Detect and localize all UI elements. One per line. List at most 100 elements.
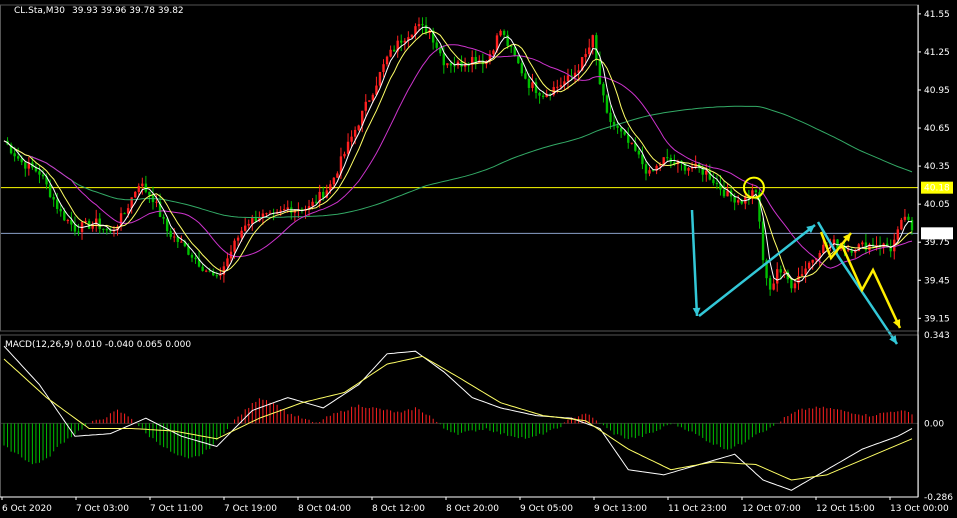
price-tick-label: 40.35 — [924, 162, 950, 172]
candle-body — [524, 73, 527, 79]
candle-body — [779, 269, 782, 273]
candle-body — [435, 42, 438, 48]
candle-body — [56, 199, 59, 209]
candle — [364, 94, 367, 117]
candle — [123, 212, 126, 215]
candle-body — [24, 162, 27, 169]
candle-body — [180, 241, 183, 243]
candle-body — [215, 275, 219, 277]
candle — [95, 209, 98, 232]
candle — [283, 204, 286, 211]
candle-body — [733, 196, 736, 203]
candle — [382, 59, 385, 78]
time-tick-label: 6 Oct 2020 — [2, 504, 52, 514]
candle-body — [194, 257, 197, 260]
candle-body — [41, 174, 45, 177]
candle-body — [541, 95, 545, 97]
candle-body — [286, 207, 289, 210]
candle-body — [651, 170, 655, 172]
macd-pane[interactable] — [0, 345, 918, 491]
candle-body — [793, 283, 797, 289]
candle-body — [38, 171, 41, 175]
candle-body — [155, 201, 158, 203]
candle — [800, 265, 804, 277]
candle-body — [605, 95, 609, 113]
candle-body — [783, 271, 786, 273]
trading-chart[interactable]: 41.55 41.25 40.95 40.65 40.35 40.05 39.75 39.45… — [0, 0, 957, 518]
candle — [641, 146, 644, 170]
candle-body — [903, 216, 907, 220]
symbol-label: CL.Sta,M30 — [14, 6, 65, 16]
candle-body — [556, 86, 559, 88]
time-tick-label: 11 Oct 23:00 — [668, 504, 727, 514]
candle — [669, 154, 673, 169]
candle — [648, 167, 651, 177]
candle — [24, 160, 27, 177]
candle-body — [169, 231, 172, 237]
candle — [705, 163, 708, 182]
candle-body — [602, 84, 605, 96]
candle — [98, 213, 101, 234]
time-tick-label: 7 Oct 19:00 — [224, 504, 277, 514]
candle-body — [776, 269, 779, 284]
candle-body — [637, 150, 641, 155]
candle — [687, 167, 690, 176]
candle-body — [666, 157, 669, 159]
candle-body — [804, 268, 807, 275]
price-tick-label: 40.65 — [924, 124, 950, 134]
candle — [392, 45, 396, 52]
candle — [889, 239, 892, 258]
price-tick-label: 39.45 — [924, 276, 950, 286]
candle — [144, 175, 148, 194]
ma-slow-line — [3, 44, 913, 269]
candle-body — [424, 24, 428, 34]
candle — [446, 63, 449, 69]
candle — [470, 50, 474, 73]
candle-body — [332, 177, 336, 185]
price-pane[interactable] — [0, 17, 918, 345]
candle-body — [449, 63, 453, 66]
candle-body — [385, 56, 389, 65]
candle-body — [219, 274, 222, 276]
candle-body — [807, 262, 811, 269]
candle-body — [417, 24, 421, 27]
candle-body — [446, 63, 449, 66]
candle-body — [559, 85, 563, 87]
candle-body — [98, 218, 101, 229]
candle — [900, 217, 903, 231]
candle — [715, 174, 719, 190]
candle-body — [790, 279, 793, 289]
candle — [499, 29, 502, 37]
candle-body — [705, 170, 708, 175]
candle-body — [623, 131, 626, 135]
candle — [609, 105, 612, 130]
candle — [66, 218, 70, 224]
candle — [80, 221, 84, 240]
candle — [134, 191, 137, 199]
candle-body — [630, 142, 633, 144]
candle — [761, 217, 765, 266]
candle-body — [364, 101, 367, 111]
candle-body — [314, 201, 318, 203]
candle-body — [134, 191, 137, 198]
candle-body — [453, 65, 456, 67]
candle — [396, 35, 399, 58]
current-price-tag: 39.82 — [924, 229, 950, 239]
candle — [666, 148, 669, 162]
candle-body — [350, 136, 353, 142]
ohlc-label: 39.93 39.96 39.78 39.82 — [72, 6, 184, 16]
candle-body — [204, 270, 208, 272]
candle — [768, 275, 772, 296]
time-tick-label: 7 Oct 11:00 — [150, 504, 203, 514]
candle — [400, 34, 403, 52]
time-tick-label: 9 Oct 13:00 — [594, 504, 647, 514]
candle — [27, 157, 31, 176]
candle-body — [595, 35, 598, 60]
candle — [314, 194, 318, 205]
candle — [52, 193, 55, 207]
macd-pane-frame — [0, 334, 919, 498]
candle — [428, 28, 431, 39]
candle — [737, 195, 740, 206]
candle-body — [442, 53, 446, 66]
candle-body — [226, 258, 229, 267]
